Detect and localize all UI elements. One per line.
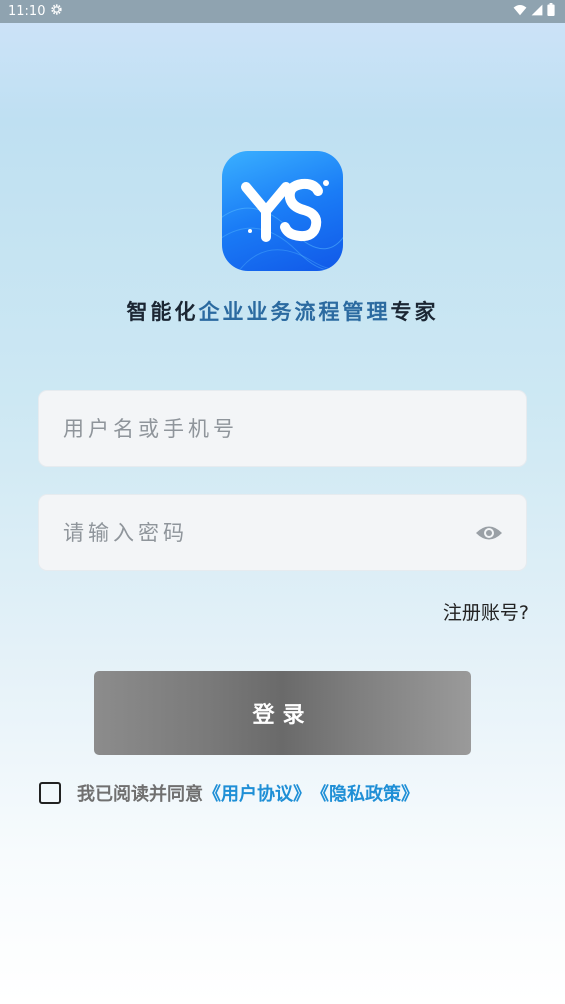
tagline-part-2: 企业业务流程管理: [198, 300, 391, 324]
app-tagline: 智能化企业业务流程管理专家: [0, 296, 565, 326]
user-agreement-link[interactable]: 《用户协议》: [203, 780, 311, 806]
status-bar: 11:10: [0, 0, 565, 23]
wifi-icon: [513, 4, 527, 20]
app-logo: [222, 151, 343, 271]
username-field: [38, 390, 527, 467]
status-bar-right: [513, 3, 555, 20]
battery-icon: [547, 3, 555, 20]
ys-logo-icon: [222, 178, 343, 271]
status-time: 11:10: [8, 4, 46, 19]
signal-icon: [531, 4, 543, 20]
settings-gear-icon: [50, 3, 63, 20]
password-input[interactable]: [63, 520, 502, 545]
eye-icon[interactable]: [474, 521, 504, 545]
status-bar-left: 11:10: [8, 3, 63, 20]
password-field: [38, 494, 527, 571]
tagline-part-1: 智能化: [126, 300, 199, 324]
login-button[interactable]: 登录: [94, 671, 471, 755]
privacy-policy-link[interactable]: 《隐私政策》: [311, 780, 419, 806]
username-input[interactable]: [63, 416, 502, 441]
agreement-checkbox[interactable]: [39, 782, 61, 804]
agreement-row: 我已阅读并同意 《用户协议》 《隐私政策》: [39, 780, 419, 806]
register-link[interactable]: 注册账号?: [443, 598, 529, 625]
agreement-prefix: 我已阅读并同意: [77, 784, 203, 805]
tagline-part-3: 专家: [390, 300, 439, 324]
